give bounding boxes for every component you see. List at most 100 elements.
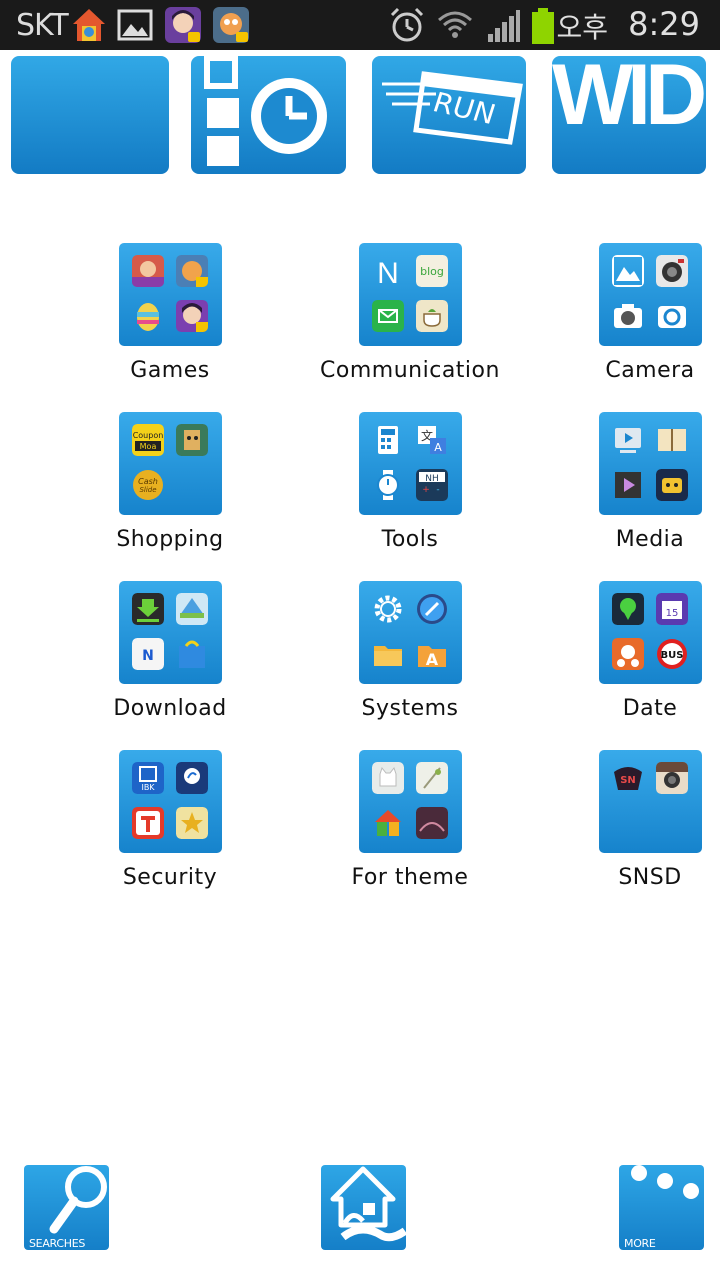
folder-label: Date bbox=[622, 696, 678, 721]
folder-label: Games bbox=[130, 358, 210, 383]
svg-text:NH: NH bbox=[425, 474, 439, 484]
run-widget[interactable]: RUN bbox=[372, 56, 526, 174]
home-button[interactable] bbox=[321, 1165, 406, 1250]
task-timer-widget[interactable] bbox=[191, 56, 346, 174]
shinhan-icon bbox=[176, 762, 208, 794]
folder-label: Camera bbox=[605, 358, 695, 383]
folder-tile[interactable]: IBK bbox=[119, 750, 222, 853]
svg-text:A: A bbox=[426, 650, 439, 669]
message-icon bbox=[372, 300, 404, 332]
folder-games[interactable]: Games bbox=[70, 243, 270, 393]
translate-icon: 文A bbox=[418, 426, 446, 454]
alarm-icon bbox=[390, 7, 424, 42]
coupon-moa-icon: Coupon Moa bbox=[132, 424, 164, 456]
ibk-icon: IBK bbox=[132, 762, 164, 794]
nh-calculator-icon: NH+ - bbox=[416, 469, 448, 501]
clock-icon bbox=[204, 56, 327, 166]
folder-systems[interactable]: A Systems bbox=[310, 581, 510, 731]
signal-icon bbox=[488, 10, 520, 42]
home-launcher-icon bbox=[73, 9, 105, 41]
folder-label: For theme bbox=[351, 865, 469, 890]
clock-time: 8:29 bbox=[628, 5, 700, 43]
theme-icon bbox=[416, 762, 448, 794]
game-hero-icon bbox=[213, 7, 249, 43]
folder-media[interactable]: Media bbox=[550, 412, 720, 562]
folder-tile[interactable]: N blog bbox=[359, 243, 462, 346]
folder-shopping[interactable]: Coupon Moa Cash Slide Shopping bbox=[70, 412, 270, 562]
movie-icon bbox=[615, 472, 641, 498]
folder-tile[interactable]: 15 BUS bbox=[599, 581, 702, 684]
cash-slide-icon: CashSlide bbox=[133, 470, 163, 500]
svg-text:blog: blog bbox=[420, 265, 444, 278]
folder-tile[interactable]: SN bbox=[599, 750, 702, 853]
folder-icon bbox=[374, 646, 402, 666]
folder-tile[interactable] bbox=[599, 243, 702, 346]
folder-label: Download bbox=[113, 696, 227, 721]
star-card-icon bbox=[176, 807, 208, 839]
folder-label: Systems bbox=[361, 696, 459, 721]
calendar-icon: 15 bbox=[656, 593, 688, 625]
folder-communication[interactable]: N blog Communication bbox=[310, 243, 510, 393]
map-pin-icon bbox=[612, 593, 644, 625]
download-icon bbox=[132, 593, 164, 625]
instagram-icon bbox=[656, 762, 688, 794]
folder-label: Media bbox=[615, 527, 685, 552]
folder-tile[interactable]: 文A NH + - bbox=[359, 412, 462, 515]
cafe-icon bbox=[416, 300, 448, 332]
app-a-icon: A bbox=[418, 646, 446, 669]
wid-widget[interactable]: WID bbox=[552, 56, 706, 174]
more-button[interactable]: MORE bbox=[619, 1165, 704, 1250]
girl-avatar-icon bbox=[176, 300, 208, 332]
delivery-icon bbox=[612, 638, 644, 670]
home-blocks-icon bbox=[375, 810, 401, 836]
egg-icon bbox=[137, 303, 159, 331]
searches-button[interactable]: SEARCHES bbox=[24, 1165, 109, 1250]
market-icon bbox=[179, 640, 205, 668]
folder-tile[interactable] bbox=[119, 243, 222, 346]
home-icon bbox=[330, 1166, 406, 1242]
t-icon bbox=[132, 807, 164, 839]
picture-icon bbox=[612, 255, 644, 287]
shopping-character-icon bbox=[176, 424, 208, 456]
folder-date[interactable]: 15 BUS Date bbox=[550, 581, 720, 731]
games-app-2-icon bbox=[176, 255, 208, 287]
folder-tile[interactable]: A bbox=[359, 581, 462, 684]
blog-icon: blog bbox=[416, 255, 448, 287]
folder-tile[interactable]: N bbox=[119, 581, 222, 684]
folder-download[interactable]: N Download bbox=[70, 581, 270, 731]
folder-tile[interactable] bbox=[599, 412, 702, 515]
folder-security[interactable]: IBK Security bbox=[70, 750, 270, 900]
folder-camera[interactable]: Camera bbox=[550, 243, 720, 393]
blank-widget[interactable] bbox=[11, 56, 169, 174]
svg-text:Cash: Cash bbox=[138, 477, 158, 486]
svg-text:15: 15 bbox=[666, 608, 679, 619]
snsd-logo-icon: SN bbox=[614, 767, 642, 790]
svg-text:N: N bbox=[377, 257, 399, 287]
folder-label: Security bbox=[122, 865, 218, 890]
folder-label: Tools bbox=[381, 527, 439, 552]
bus-icon: BUS bbox=[657, 639, 687, 669]
folder-tile[interactable]: Coupon Moa Cash Slide bbox=[119, 412, 222, 515]
svg-text:-: - bbox=[436, 485, 439, 495]
games-app-1-icon bbox=[132, 255, 164, 287]
status-bar: SKT 오후 8:29 bbox=[0, 0, 720, 50]
ampm-label: 오후 bbox=[556, 11, 608, 44]
folder-label: SNSD bbox=[618, 865, 682, 890]
alarm-watch-icon bbox=[377, 470, 399, 500]
wifi-icon bbox=[438, 11, 472, 38]
svg-text:Slide: Slide bbox=[139, 486, 156, 494]
folder-for-theme[interactable]: For theme bbox=[310, 750, 510, 900]
svg-text:BUS: BUS bbox=[661, 650, 684, 661]
store-icon bbox=[176, 593, 208, 625]
camera-white-icon bbox=[658, 306, 686, 328]
settings-gear-icon bbox=[374, 595, 402, 623]
folder-snsd[interactable]: SN SNSD bbox=[550, 750, 720, 900]
camera-lens-icon bbox=[656, 255, 688, 287]
gallery-icon bbox=[117, 9, 153, 41]
video-icon bbox=[615, 428, 641, 453]
folder-tile[interactable] bbox=[359, 750, 462, 853]
naver-icon: N bbox=[377, 257, 399, 287]
folder-tools[interactable]: 文A NH + - Tools bbox=[310, 412, 510, 562]
cat-icon bbox=[372, 762, 404, 794]
naver-n-icon: N bbox=[132, 638, 164, 670]
